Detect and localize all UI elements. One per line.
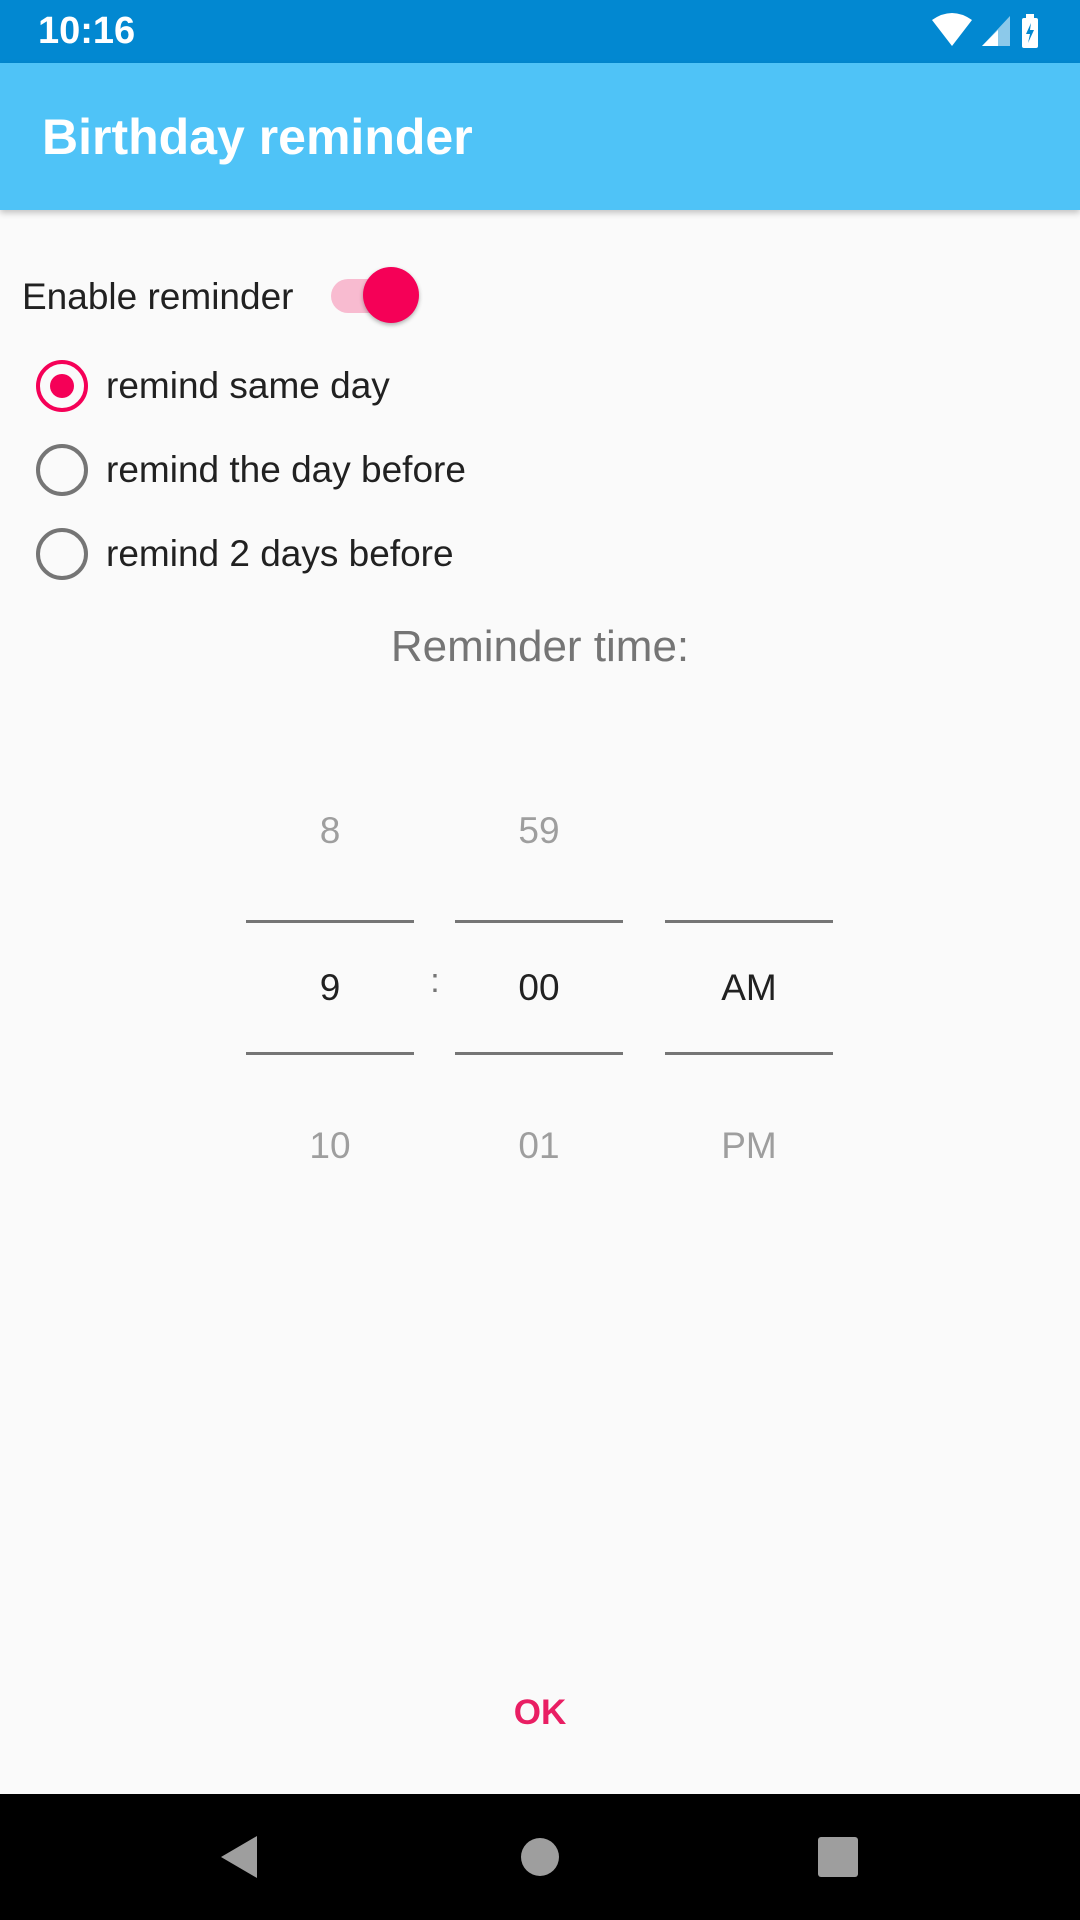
radio-button[interactable] xyxy=(36,528,88,580)
recents-icon xyxy=(818,1837,858,1877)
ok-button[interactable]: OK xyxy=(440,1678,640,1748)
home-button[interactable] xyxy=(505,1822,575,1892)
app-title: Birthday reminder xyxy=(42,109,473,165)
back-icon xyxy=(221,1836,257,1878)
radio-label: remind same day xyxy=(106,365,390,406)
home-icon xyxy=(521,1838,559,1876)
reminder-settings: Enable reminder remind same day remind t… xyxy=(0,210,1080,1794)
switch-thumb xyxy=(363,267,419,323)
navigation-bar xyxy=(0,1794,1080,1920)
cell-signal-icon xyxy=(982,16,1010,46)
back-button[interactable] xyxy=(205,1822,275,1892)
picker-divider xyxy=(665,1052,833,1055)
hour-next[interactable]: 10 xyxy=(246,1125,414,1167)
minute-picker[interactable]: 59 00 01 xyxy=(455,775,623,1175)
hour-selected[interactable]: 9 xyxy=(246,967,414,1009)
hour-prev[interactable]: 8 xyxy=(246,810,414,852)
picker-divider xyxy=(455,1052,623,1055)
radio-label: remind the day before xyxy=(106,449,466,490)
status-time: 10:16 xyxy=(38,10,136,52)
ampm-selected[interactable]: AM xyxy=(665,967,833,1009)
minute-next[interactable]: 01 xyxy=(455,1125,623,1167)
picker-divider xyxy=(665,920,833,923)
app-bar: Birthday reminder xyxy=(0,63,1080,210)
picker-divider xyxy=(455,920,623,923)
picker-divider xyxy=(246,1052,414,1055)
enable-reminder-switch[interactable] xyxy=(327,264,427,324)
minute-prev[interactable]: 59 xyxy=(455,810,623,852)
time-separator: : xyxy=(430,962,440,1000)
recents-button[interactable] xyxy=(803,1822,873,1892)
status-icons xyxy=(930,12,1042,52)
radio-button[interactable] xyxy=(36,444,88,496)
status-bar: 10:16 xyxy=(0,0,1080,63)
minute-selected[interactable]: 00 xyxy=(455,967,623,1009)
battery-charging-icon xyxy=(1022,14,1038,48)
picker-divider xyxy=(246,920,414,923)
radio-dot xyxy=(50,374,74,398)
radio-button-checked[interactable] xyxy=(36,360,88,412)
reminder-time-title: Reminder time: xyxy=(390,622,690,671)
ampm-next[interactable]: PM xyxy=(665,1125,833,1167)
enable-reminder-label: Enable reminder xyxy=(22,276,294,317)
radio-label: remind 2 days before xyxy=(106,533,454,574)
wifi-icon xyxy=(932,13,972,46)
ampm-picker[interactable]: AM PM xyxy=(665,775,833,1175)
hour-picker[interactable]: 8 9 10 xyxy=(246,775,414,1175)
